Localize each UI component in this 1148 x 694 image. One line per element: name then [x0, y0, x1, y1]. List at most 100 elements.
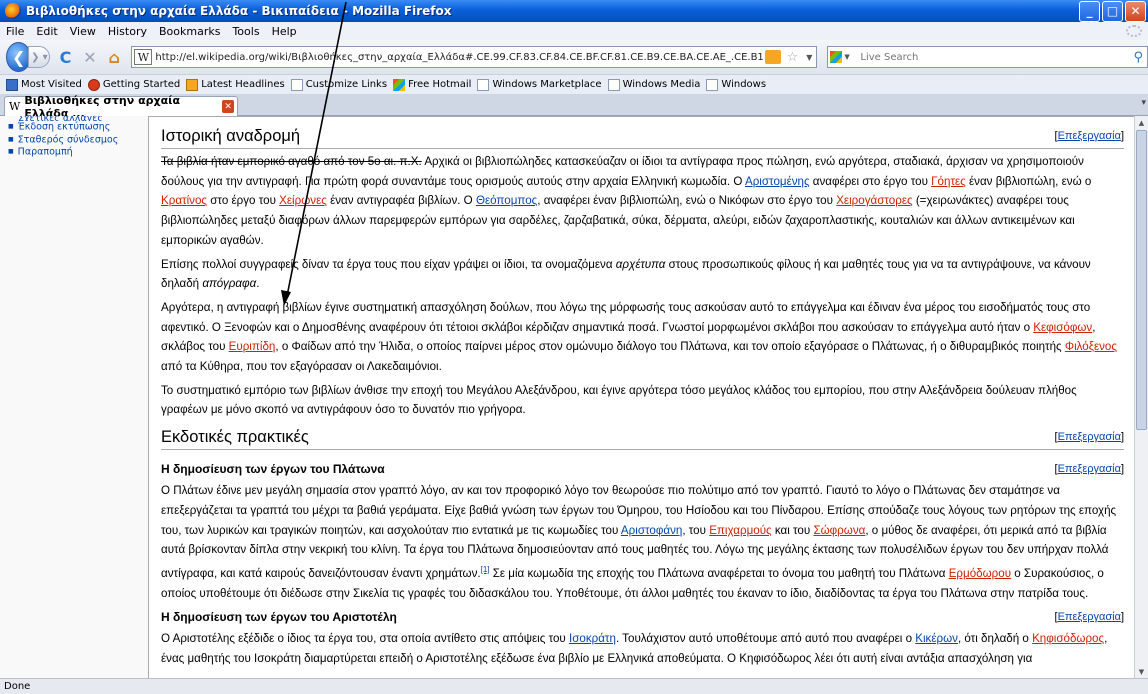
link-aristofanis[interactable]: Αριστοφάνη [621, 524, 682, 537]
link-kifisodoros[interactable]: Κηφισόδωρος [1032, 632, 1104, 645]
link-isokratis[interactable]: Ισοκράτη [569, 632, 616, 645]
link-ermodoros[interactable]: Ερμόδωρου [949, 567, 1011, 580]
bookmark-label: Free Hotmail [408, 79, 472, 90]
sidebar-item-cite[interactable]: Παραπομπή [8, 146, 146, 159]
url-dropdown-icon[interactable]: ▼ [806, 53, 812, 62]
text: στο έργο του [207, 194, 280, 208]
edit-link-anchor[interactable]: Επεξεργασία [1058, 611, 1121, 623]
reference-link[interactable]: [1] [481, 565, 490, 574]
link-filoxenos[interactable]: Φιλόξενος [1065, 340, 1117, 353]
bookmark-windows-marketplace[interactable]: Windows Marketplace [477, 78, 602, 91]
throbber-icon [1126, 25, 1142, 37]
home-button[interactable]: ⌂ [105, 46, 123, 68]
scroll-up-icon[interactable]: ▲ [1135, 116, 1148, 129]
bookmark-getting-started[interactable]: Getting Started [87, 78, 181, 91]
text: Επίσης πολλοί συγγραφείς δίναν τα έργα τ… [161, 257, 616, 271]
heading-aristotle: Η δημοσίευση των έργων του Αριστοτέλη [Ε… [161, 608, 1124, 626]
link-goites[interactable]: Γόητες [931, 175, 966, 188]
search-engine-selector[interactable]: ▼ [830, 48, 858, 66]
edit-link: [Επεξεργασία] [1054, 611, 1125, 624]
link-kefisofon[interactable]: Κεφισόφων [1033, 321, 1092, 334]
rss-feed-icon[interactable] [764, 50, 781, 64]
wiki-sidebar: Σχετικές αλλαγές Έκδοση εκτύπωσης Σταθερ… [0, 116, 146, 678]
link-kratinos[interactable]: Κρατίνος [161, 194, 207, 207]
menu-view[interactable]: View [64, 25, 102, 38]
edit-link-anchor[interactable]: Επεξεργασία [1058, 463, 1121, 475]
page-icon [290, 78, 303, 91]
menu-file[interactable]: File [0, 25, 30, 38]
menu-tools[interactable]: Tools [226, 25, 265, 38]
url-text[interactable]: http://el.wikipedia.org/wiki/Βιβλιοθήκες… [155, 52, 762, 63]
italic-term: απόγραφα [202, 277, 257, 291]
heading-text: Η δημοσίευση των έργων του Πλάτωνα [161, 462, 385, 477]
wikipedia-tab-icon: W [9, 100, 21, 113]
bookmark-label: Getting Started [102, 79, 181, 90]
text: , του [682, 523, 710, 537]
search-magnifier-icon[interactable]: ⚲ [1133, 50, 1143, 65]
bookmark-label: Customize Links [305, 79, 388, 90]
heading-history: Ιστορική αναδρομή [Επεξεργασία] [161, 125, 1124, 149]
paragraph-1: Τα βιβλία ήταν εμπορικό αγαθό από τον 5ο… [161, 152, 1124, 251]
link-epicharmos[interactable]: Επιχαρμούς [709, 524, 771, 537]
bookmark-star-icon[interactable]: ☆ [787, 50, 799, 65]
tab-close-button[interactable]: ✕ [222, 100, 234, 113]
text: . [256, 277, 260, 291]
edit-link-anchor[interactable]: Επεξεργασία [1058, 431, 1121, 443]
bookmark-latest-headlines[interactable]: Latest Headlines [186, 78, 285, 91]
url-bar[interactable]: W http://el.wikipedia.org/wiki/Βιβλιοθήκ… [131, 46, 818, 68]
link-theopompos[interactable]: Θεόπομπος [476, 194, 537, 207]
italic-term: αρχέτυπα [615, 257, 666, 271]
edit-link: [Επεξεργασία] [1054, 431, 1125, 444]
text: , αναφέρει έναν βιβλιοπώλη, ενώ ο Νικόφω… [537, 194, 837, 208]
sidebar-item-permalink[interactable]: Σταθερός σύνδεσμος [8, 134, 146, 147]
link-aristomenis[interactable]: Αριστομένης [745, 175, 810, 188]
bookmark-windows-media[interactable]: Windows Media [607, 78, 700, 91]
heading-publishing: Εκδοτικές πρακτικές [Επεξεργασία] [161, 426, 1125, 451]
edit-link-anchor[interactable]: Επεξεργασία [1058, 130, 1121, 142]
vertical-scrollbar[interactable]: ▲ ▼ [1134, 116, 1148, 678]
maximize-button[interactable]: □ [1102, 0, 1123, 22]
text: έναν βιβλιοπώλη, ενώ ο [965, 174, 1092, 188]
status-bar: Done [0, 678, 1148, 694]
menu-help[interactable]: Help [266, 25, 303, 38]
scroll-down-icon[interactable]: ▼ [1135, 665, 1148, 678]
reload-button[interactable]: C [56, 46, 74, 68]
search-input[interactable] [860, 51, 1134, 63]
bookmark-windows[interactable]: Windows [706, 78, 766, 91]
link-cheirones[interactable]: Χείρωνες [279, 194, 327, 207]
link-cheirogastores[interactable]: Χειρογάστορες [836, 194, 912, 207]
text: . Τουλάχιστον αυτό υποθέτουμε από αυτό π… [615, 632, 916, 646]
menu-history[interactable]: History [102, 25, 153, 38]
stop-icon: ✕ [83, 47, 97, 67]
text: , ότι δηλαδή ο [957, 632, 1033, 646]
minimize-button[interactable]: _ [1079, 0, 1100, 22]
tab-active[interactable]: W Βιβλιοθήκες στην αρχαία Ελλάδα ... ✕ [4, 94, 238, 120]
text: Αργότερα, η αντιγραφή βιβλίων έγινε συστ… [161, 300, 1091, 334]
tab-bar: W Βιβλιοθήκες στην αρχαία Ελλάδα ... ✕ ▾ [0, 94, 1148, 120]
text: και του [771, 523, 814, 537]
link-kikeron[interactable]: Κικέρων [915, 632, 958, 645]
sidebar-item-print[interactable]: Έκδοση εκτύπωσης [8, 121, 146, 134]
bookmark-customize-links[interactable]: Customize Links [290, 78, 388, 91]
forward-button[interactable]: ❯ ▾ [28, 46, 51, 68]
bookmark-most-visited[interactable]: Most Visited [6, 78, 82, 91]
menu-bar: File Edit View History Bookmarks Tools H… [0, 22, 1148, 40]
text: , ο Φαίδων από την Ήλιδα, ο οποίος παίρν… [275, 340, 1065, 354]
menu-bookmarks[interactable]: Bookmarks [153, 25, 226, 38]
scrollbar-thumb[interactable] [1136, 130, 1147, 430]
close-button[interactable]: ✕ [1125, 0, 1146, 22]
bookmark-label: Windows Marketplace [492, 79, 602, 90]
link-evripidis[interactable]: Ευριπίδη [229, 340, 276, 353]
paragraph-5: Ο Πλάτων έδινε μεν μεγάλη σημασία στον γ… [161, 481, 1124, 603]
rss-icon [186, 78, 199, 91]
firefox-icon [5, 3, 21, 19]
bookmark-label: Latest Headlines [201, 79, 285, 90]
bookmark-label: Most Visited [21, 79, 82, 90]
link-sofron[interactable]: Σώφρωνα [813, 524, 865, 537]
reload-icon: C [59, 47, 72, 67]
tab-list-icon[interactable]: ▾ [1141, 98, 1146, 108]
menu-edit[interactable]: Edit [30, 25, 63, 38]
bookmark-free-hotmail[interactable]: Free Hotmail [393, 78, 472, 91]
search-bar[interactable]: ▼ ⚲ [827, 46, 1148, 68]
stop-button[interactable]: ✕ [81, 46, 99, 68]
